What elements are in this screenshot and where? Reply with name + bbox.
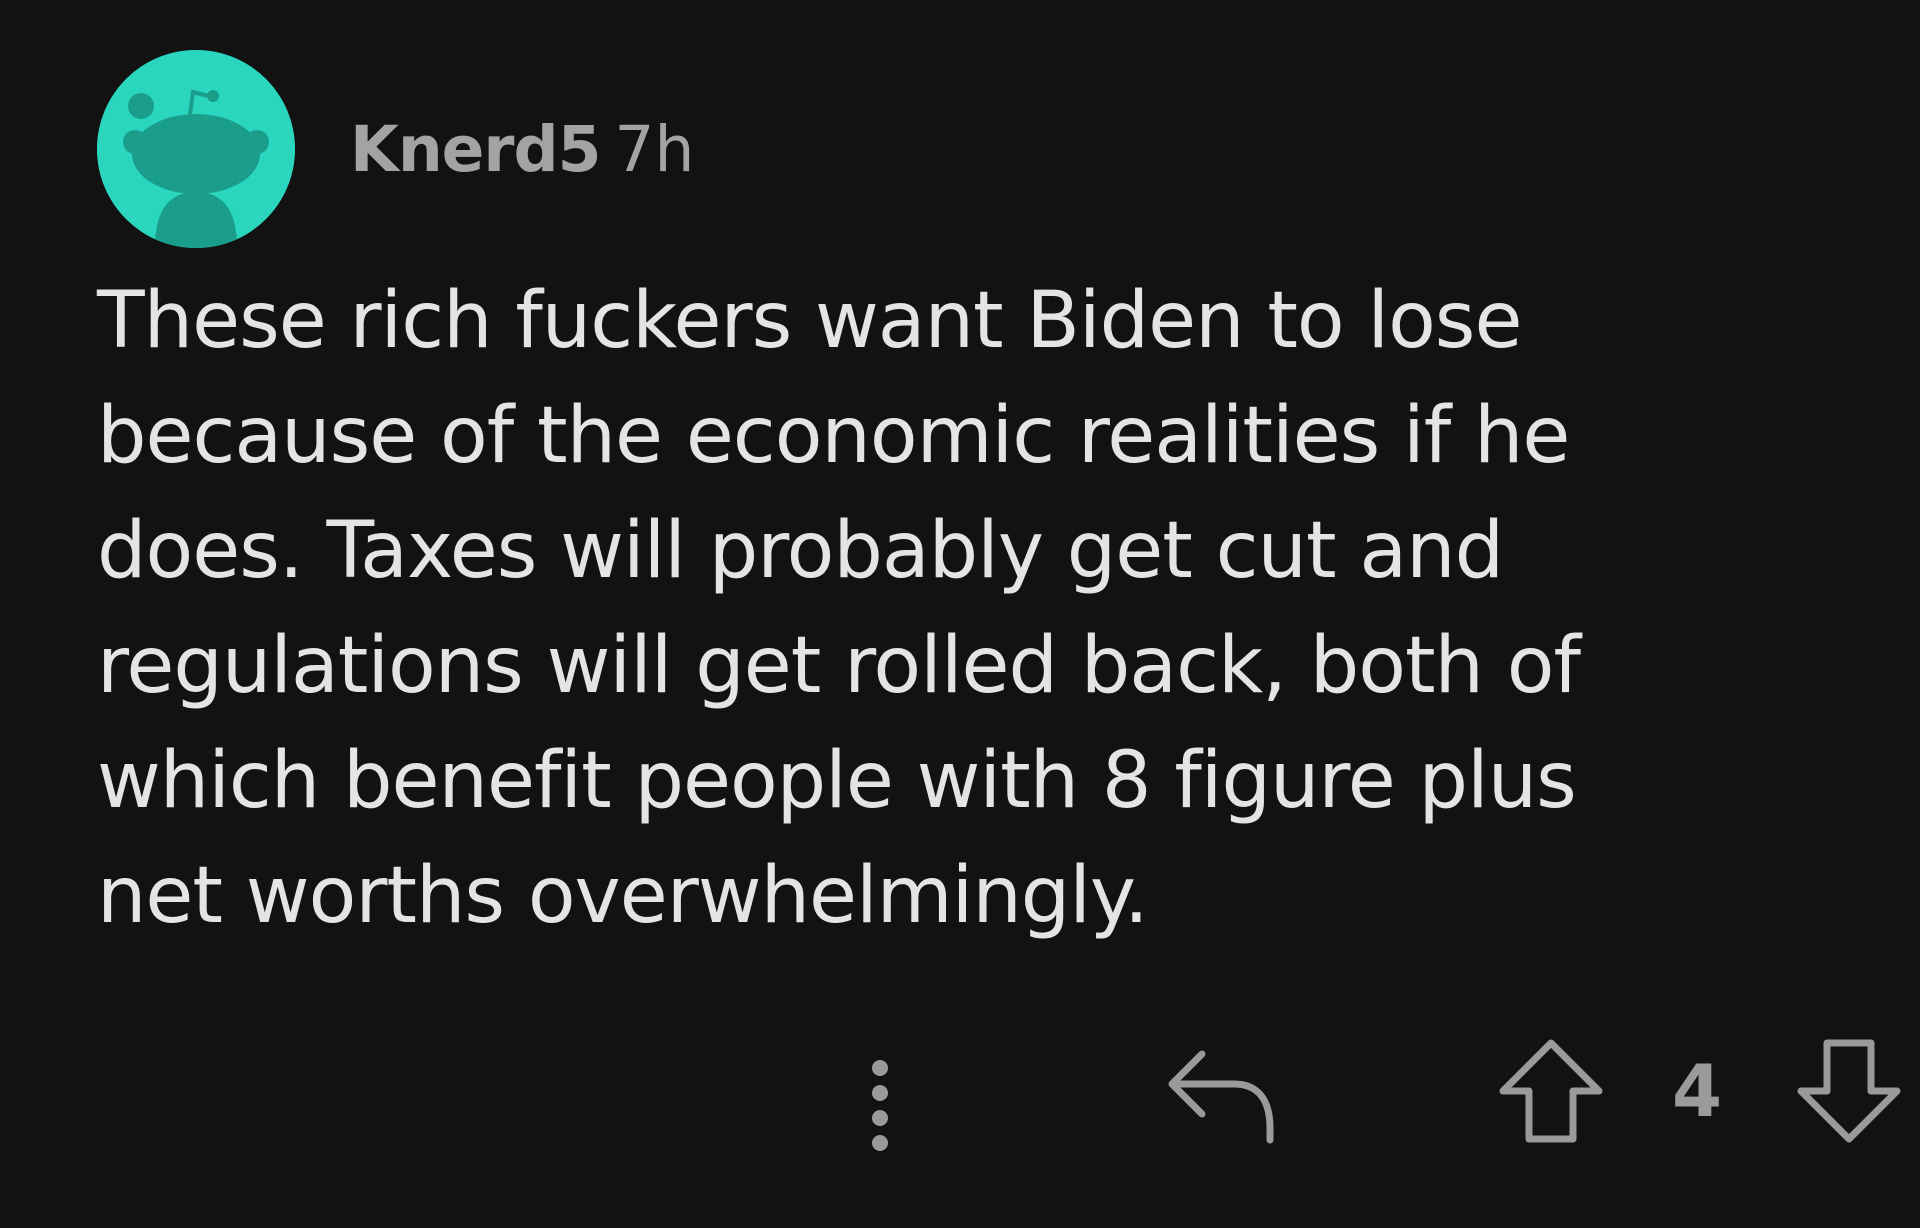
user-avatar[interactable]	[97, 50, 295, 248]
username[interactable]: Knerd5	[350, 113, 601, 186]
comment-body-line: These rich fuckers want Biden to lose	[97, 276, 1522, 366]
timestamp: 7h	[614, 113, 695, 186]
comment-actions: 4	[0, 1030, 1920, 1151]
more-vertical-icon	[872, 1060, 888, 1151]
downvote-button[interactable]	[1793, 1035, 1905, 1147]
more-options-button[interactable]	[855, 1048, 905, 1158]
upvote-button[interactable]	[1495, 1035, 1607, 1147]
comment-meta: Knerd5 7h	[350, 112, 694, 188]
comment-body-line: net worths overwhelmingly.	[97, 851, 1149, 941]
reply-arrow-icon	[1168, 1050, 1274, 1144]
reply-button[interactable]	[1162, 1040, 1282, 1150]
comment-body-line: because of the economic realities if he	[97, 391, 1570, 481]
comment-body-line: which benefit people with 8 figure plus	[97, 736, 1577, 826]
comment: Knerd5 7h These rich fuckers want Biden t…	[0, 0, 1920, 1228]
upvote-arrow-icon	[1499, 1039, 1603, 1143]
comment-body-line: regulations will get rolled back, both o…	[97, 621, 1581, 711]
comment-body-line: does. Taxes will probably get cut and	[97, 506, 1504, 596]
vote-score: 4	[1672, 1049, 1723, 1133]
downvote-arrow-icon	[1797, 1039, 1901, 1143]
reddit-snoo-avatar-icon	[97, 50, 295, 248]
comment-body: These rich fuckers want Biden to lose be…	[97, 264, 1857, 954]
